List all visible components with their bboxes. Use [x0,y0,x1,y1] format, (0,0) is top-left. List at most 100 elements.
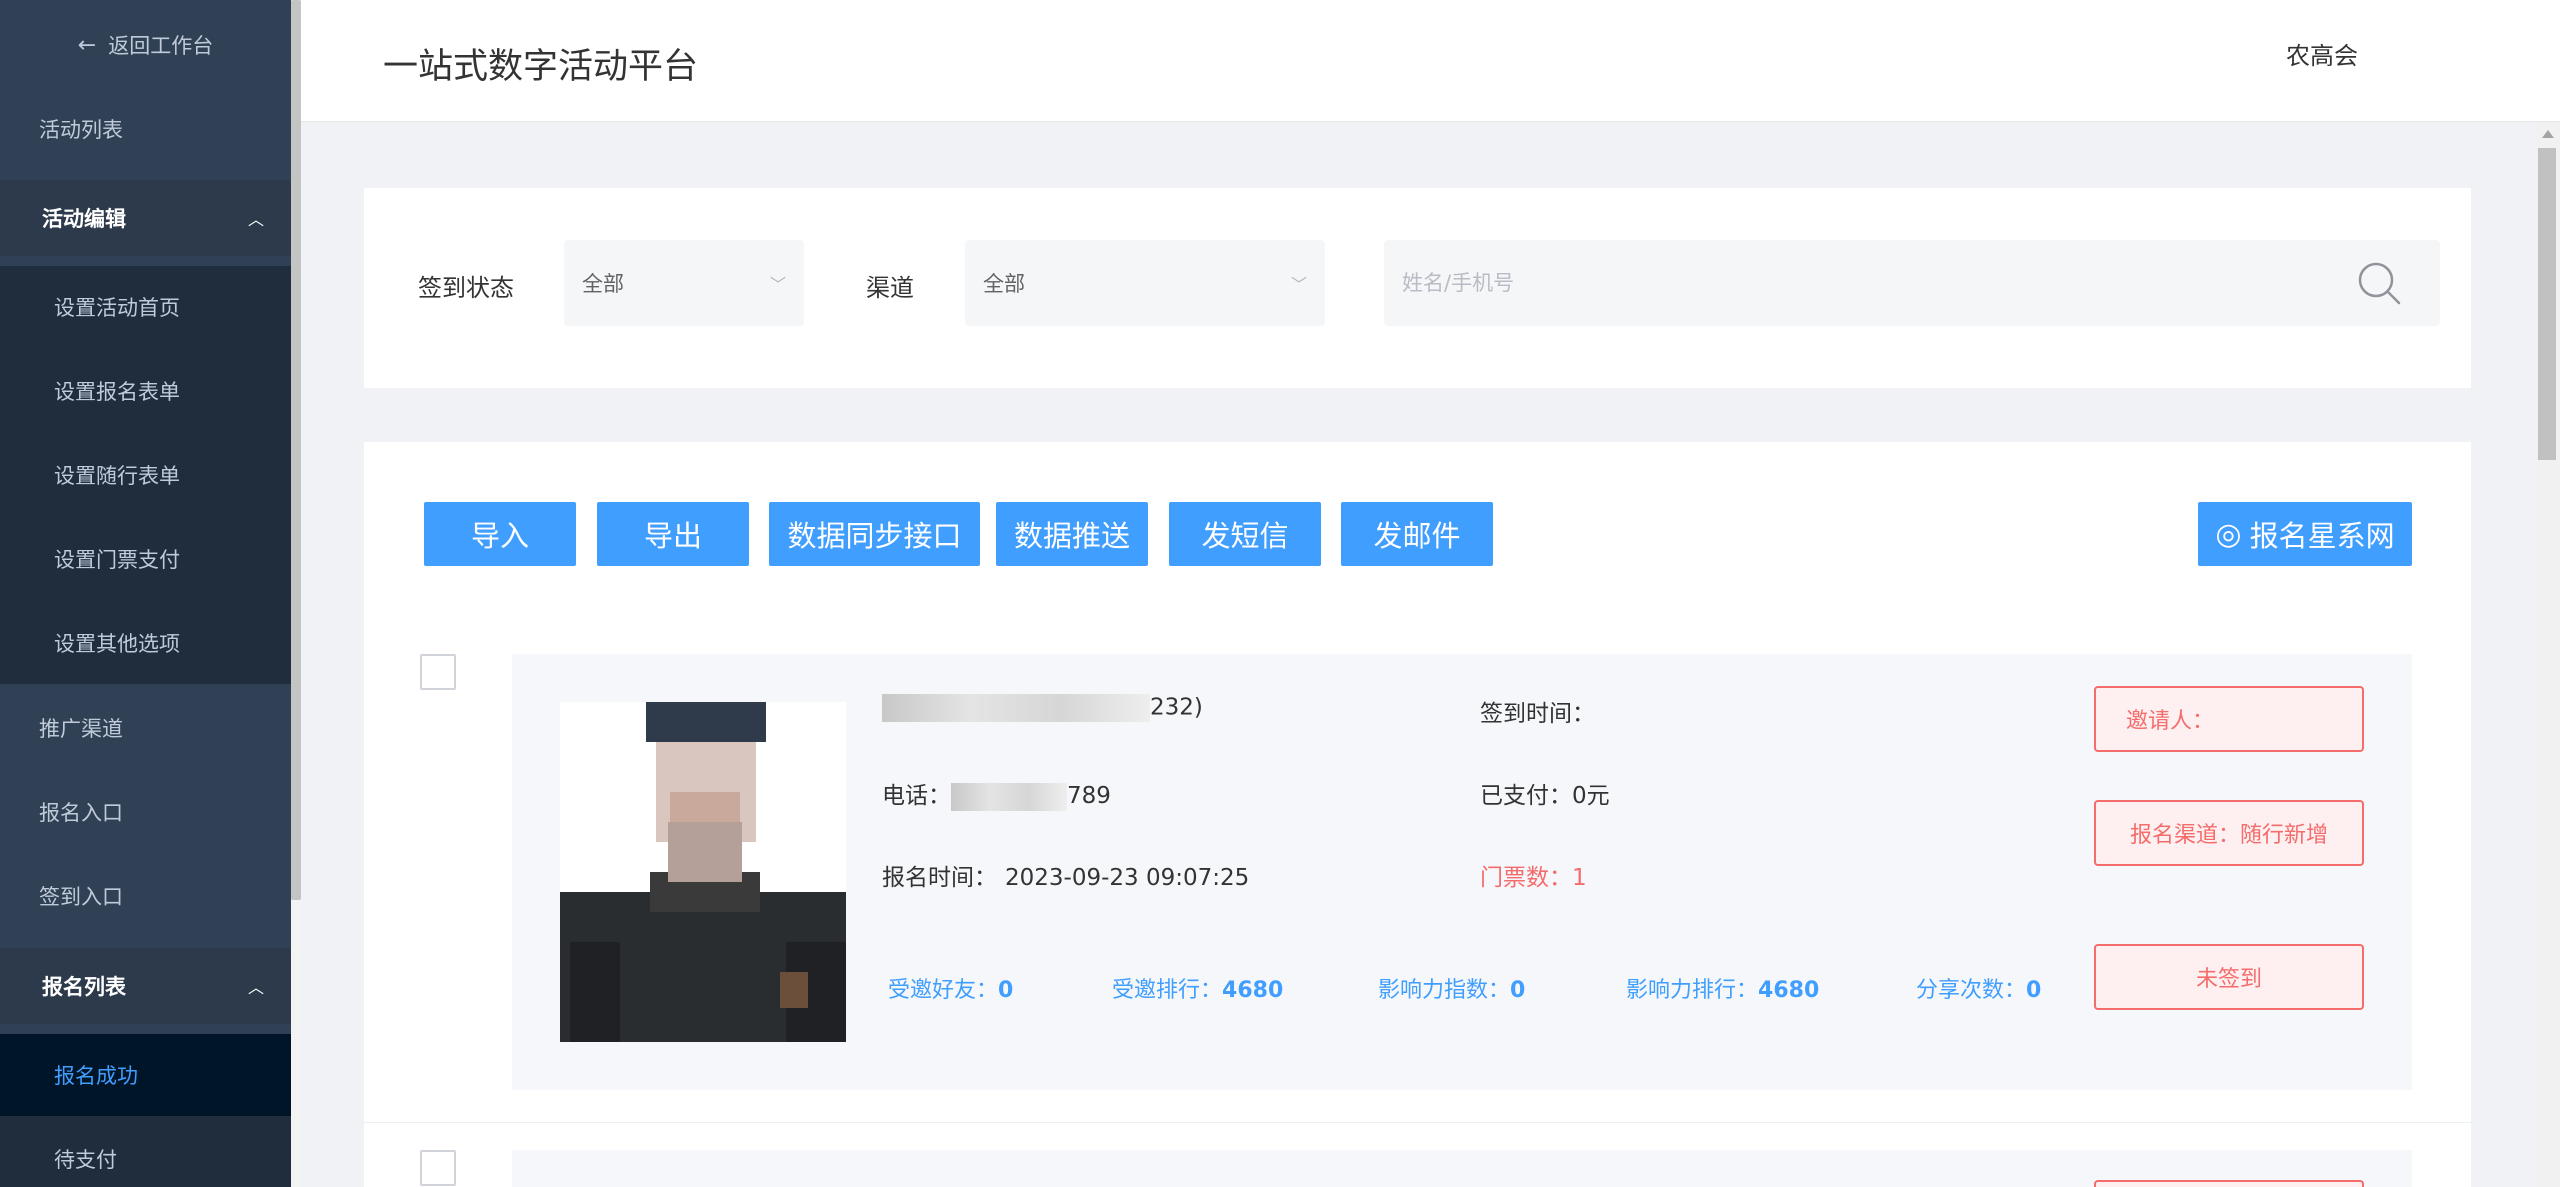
tickets-value: 1 [1572,865,1587,891]
sidebar-scrollbar[interactable] [291,0,301,1187]
record-tickets: 门票数：1 [1480,858,1587,892]
sidebar-item-signup-success[interactable]: 报名成功 [0,1034,291,1116]
channel-select[interactable]: 全部 ﹀ [965,240,1325,326]
data-sync-api-button[interactable]: 数据同步接口 [769,502,980,566]
inviter-label: 邀请人： [2126,709,2215,734]
checkin-status-select[interactable]: 全部 ﹀ [564,240,804,326]
chevron-up-icon: ︿ [247,210,264,229]
sidebar-item-promo-channel[interactable]: 推广渠道 [0,700,291,756]
page-scrollbar-thumb[interactable] [2538,148,2556,460]
stat-value: 0 [2026,978,2042,1003]
sidebar-item-label: 推广渠道 [39,717,123,741]
sidebar-item-activity-list[interactable]: 活动列表 [0,98,291,160]
phone-suffix: 789 [1067,783,1111,809]
sidebar-item-label: 设置门票支付 [54,548,180,572]
sidebar-item-label: 设置活动首页 [54,296,180,320]
sidebar-item-signup-entry[interactable]: 报名入口 [0,784,291,840]
sidebar-group-activity-edit[interactable]: 活动编辑 ︿ [0,180,291,256]
paid-value: 0元 [1572,783,1610,809]
search-icon[interactable] [2356,260,2402,306]
stat-label: 受邀排行： [1112,978,1223,1003]
submenu-signup-list: 报名成功 待支付 [0,1034,291,1187]
signup-record-card [512,1150,2412,1187]
sidebar-item-set-companion-form[interactable]: 设置随行表单 [0,450,291,500]
stat-label: 影响力排行： [1626,978,1759,1003]
sidebar-item-label: 活动列表 [39,118,123,142]
back-to-workbench-link[interactable]: ← 返回工作台 [0,14,291,76]
inviter-tag: 邀请人： [2094,686,2364,752]
sidebar-item-label: 设置报名表单 [54,380,180,404]
sidebar-item-label: 报名入口 [39,801,123,825]
search-field [1384,240,2440,326]
sidebar-group-signup-list[interactable]: 报名列表 ︿ [0,948,291,1024]
checkin-time-label: 签到时间： [1480,701,1595,727]
paid-label: 已支付： [1480,783,1572,809]
sidebar: ← 返回工作台 活动列表 活动编辑 ︿ 设置活动首页 设置报名表单 设置随行表单… [0,0,291,1187]
sidebar-item-set-ticket-payment[interactable]: 设置门票支付 [0,534,291,584]
data-push-button[interactable]: 数据推送 [996,502,1148,566]
row-checkbox[interactable] [420,654,456,690]
send-sms-button[interactable]: 发短信 [1169,502,1321,566]
top-header: 一站式数字活动平台 农高会 [301,0,2560,122]
record-name: 232) [882,694,1203,722]
sidebar-item-set-signup-form[interactable]: 设置报名表单 [0,366,291,416]
chevron-down-icon: ﹀ [1290,275,1307,294]
stat-value: 0 [1510,978,1526,1003]
arrow-left-icon: ← [77,32,97,58]
user-name[interactable]: 农高会 [2286,36,2358,71]
redacted-name [882,694,1150,722]
channel-label: 渠道 [866,274,914,302]
stat-invited-friends: 受邀好友：0 [888,972,1013,1004]
signup-list-panel: 导入 导出 数据同步接口 数据推送 发短信 发邮件 ◎ 报名星系网 232) 电… [364,442,2471,1187]
signup-time-label: 报名时间： [882,865,997,891]
sidebar-item-label: 设置其他选项 [54,632,180,656]
stat-label: 影响力指数： [1378,978,1511,1003]
sidebar-item-label: 报名成功 [54,1064,138,1088]
tickets-label: 门票数： [1480,865,1572,891]
checkin-status-value: 全部 [582,272,624,296]
record-signup-time: 报名时间： 2023-09-23 09:07:25 [882,858,1249,892]
record-paid: 已支付：0元 [1480,776,1610,810]
back-label: 返回工作台 [108,34,214,58]
checkin-status-label: 签到状态 [418,274,514,302]
stat-label: 受邀好友： [888,978,999,1003]
stat-value: 0 [998,978,1014,1003]
channel-tag: 报名渠道：随行新增 [2094,800,2364,866]
checkin-status-tag[interactable]: 未签到 [2094,944,2364,1010]
sidebar-item-checkin-entry[interactable]: 签到入口 [0,868,291,924]
avatar [560,702,846,1042]
send-email-button[interactable]: 发邮件 [1341,502,1493,566]
brand-site-button[interactable]: ◎ 报名星系网 [2198,502,2412,566]
record-checkin-time: 签到时间： [1480,694,1595,728]
brand-site-label: 报名星系网 [2249,519,2395,553]
submenu-activity-edit: 设置活动首页 设置报名表单 设置随行表单 设置门票支付 设置其他选项 [0,266,291,684]
stat-label: 分享次数： [1916,978,2027,1003]
chevron-up-icon: ︿ [247,978,264,997]
stat-value: 4680 [1222,978,1284,1003]
sidebar-group-label: 报名列表 [42,975,126,999]
export-button[interactable]: 导出 [597,502,749,566]
stat-share-count: 分享次数：0 [1916,972,2041,1004]
page-scrollbar[interactable] [2534,122,2560,1187]
stat-influence-rank: 影响力排行：4680 [1626,972,1819,1004]
page-title: 一站式数字活动平台 [383,47,699,87]
row-divider [364,1122,2471,1123]
chevron-down-icon: ﹀ [769,275,786,294]
sidebar-item-label: 待支付 [54,1148,117,1172]
signup-record-card: 232) 电话： 789 报名时间： 2023-09-23 09:07:25 签到时… [512,654,2412,1090]
sidebar-scrollbar-thumb[interactable] [291,0,301,900]
filter-panel: 签到状态 全部 ﹀ 渠道 全部 ﹀ [364,188,2471,388]
stat-invite-rank: 受邀排行：4680 [1112,972,1283,1004]
scroll-up-arrow-icon[interactable] [2542,130,2554,138]
signup-time-value: 2023-09-23 09:07:25 [1005,865,1250,891]
channel-value: 全部 [983,272,1025,296]
inviter-tag [2094,1180,2364,1187]
sidebar-item-pending-payment[interactable]: 待支付 [0,1134,291,1184]
stat-value: 4680 [1758,978,1820,1003]
sidebar-item-set-other-options[interactable]: 设置其他选项 [0,618,291,668]
search-input[interactable] [1384,240,2344,326]
row-checkbox[interactable] [420,1150,456,1186]
record-phone: 电话： 789 [882,776,1111,811]
import-button[interactable]: 导入 [424,502,576,566]
sidebar-item-set-homepage[interactable]: 设置活动首页 [0,282,291,332]
